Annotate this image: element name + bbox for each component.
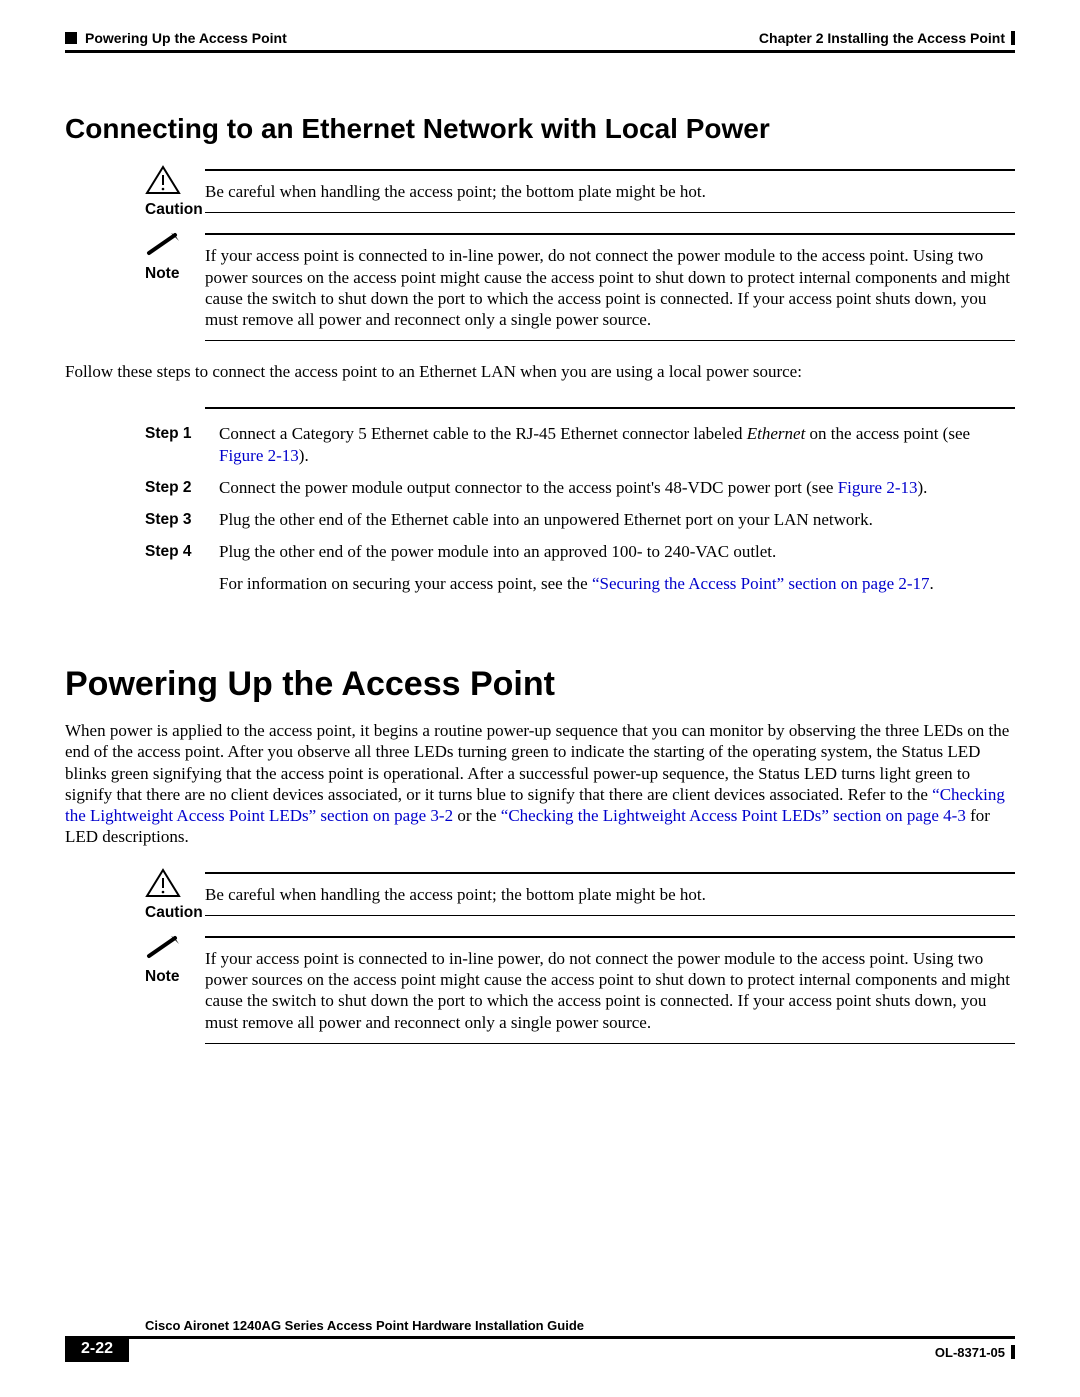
note-block-1: Note If your access point is connected t…: [205, 233, 1015, 341]
page-header: Powering Up the Access Point Chapter 2 I…: [65, 30, 1015, 46]
caution-icon: [145, 868, 189, 898]
link-leds-4-3[interactable]: “Checking the Lightweight Access Point L…: [501, 806, 966, 825]
step-1: Step 1 Connect a Category 5 Ethernet cab…: [205, 423, 1015, 467]
steps-list: Step 1 Connect a Category 5 Ethernet cab…: [205, 407, 1015, 596]
intro-paragraph: Follow these steps to connect the access…: [65, 361, 1015, 382]
bullet-square-icon: [65, 32, 77, 44]
caution-block-1: Caution Be careful when handling the acc…: [205, 169, 1015, 213]
caution-text: Be careful when handling the access poin…: [205, 181, 1015, 202]
caution-text: Be careful when handling the access poin…: [205, 884, 1015, 905]
section-heading-powering: Powering Up the Access Point: [65, 665, 1015, 704]
step-3: Step 3 Plug the other end of the Etherne…: [205, 509, 1015, 531]
note-text: If your access point is connected to in-…: [205, 245, 1015, 330]
caution-label: Caution: [145, 904, 203, 922]
note-icon: [145, 932, 189, 962]
section-heading-connecting: Connecting to an Ethernet Network with L…: [65, 113, 1015, 145]
link-figure-2-13-b[interactable]: Figure 2-13: [838, 478, 918, 497]
page-number: 2-22: [65, 1336, 129, 1362]
link-figure-2-13-a[interactable]: Figure 2-13: [219, 446, 299, 465]
bar-icon: [1011, 31, 1015, 45]
header-chapter: Chapter 2 Installing the Access Point: [759, 30, 1005, 46]
caution-icon: [145, 165, 189, 195]
note-label: Note: [145, 265, 203, 283]
caution-label: Caution: [145, 201, 203, 219]
note-text: If your access point is connected to in-…: [205, 948, 1015, 1033]
footer-guide-title: Cisco Aironet 1240AG Series Access Point…: [145, 1318, 1015, 1333]
page-footer: Cisco Aironet 1240AG Series Access Point…: [65, 1318, 1015, 1362]
note-icon: [145, 229, 189, 259]
header-rule: [65, 50, 1015, 53]
powering-paragraph: When power is applied to the access poin…: [65, 720, 1015, 848]
note-block-2: Note If your access point is connected t…: [205, 936, 1015, 1044]
after-steps: For information on securing your access …: [205, 573, 1015, 595]
caution-block-2: Caution Be careful when handling the acc…: [205, 872, 1015, 916]
step-4: Step 4 Plug the other end of the power m…: [205, 541, 1015, 563]
doc-number: OL-8371-05: [935, 1339, 1015, 1360]
note-label: Note: [145, 968, 203, 986]
step-2: Step 2 Connect the power module output c…: [205, 477, 1015, 499]
link-securing-ap[interactable]: “Securing the Access Point” section on p…: [592, 574, 930, 593]
header-section: Powering Up the Access Point: [85, 30, 287, 46]
bar-icon: [1011, 1345, 1015, 1359]
